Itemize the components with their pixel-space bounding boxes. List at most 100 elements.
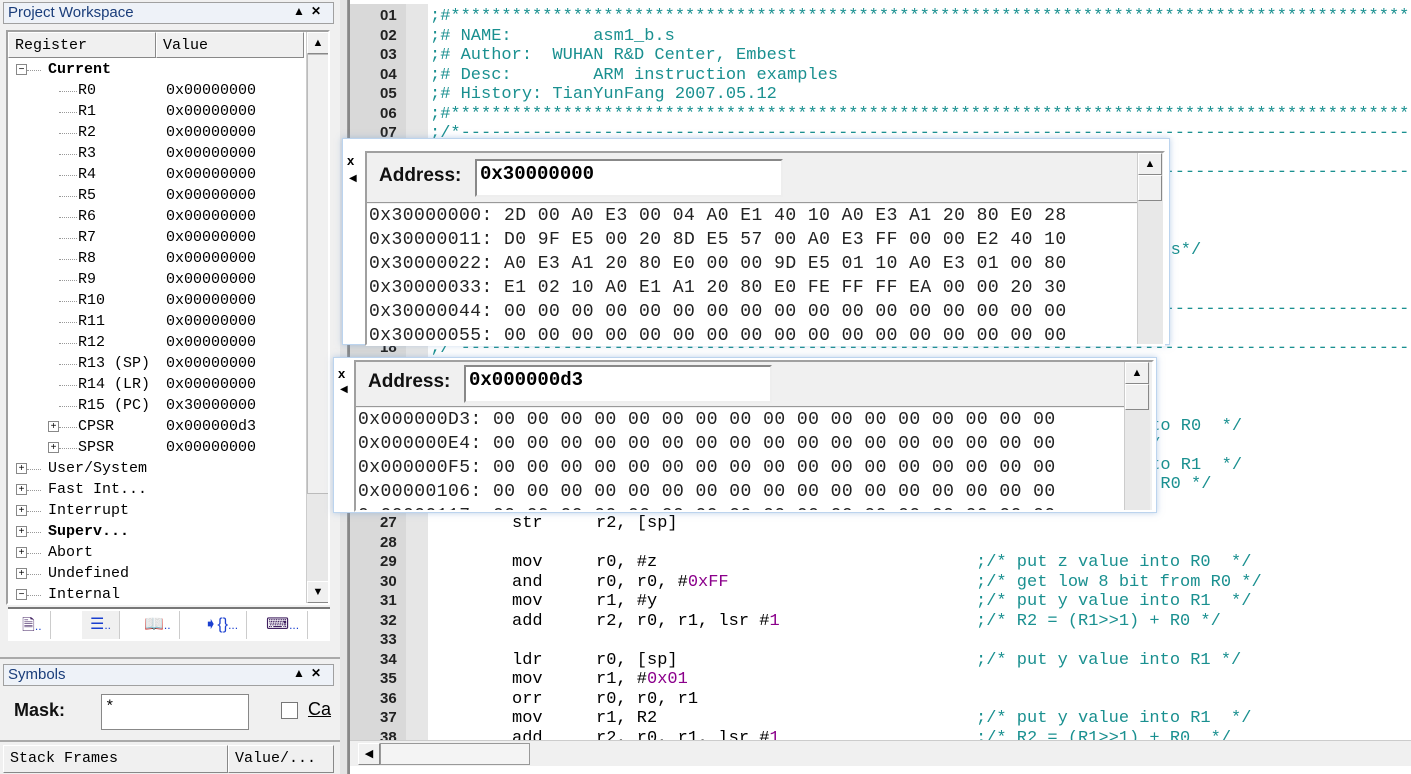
tree-row[interactable]: R3 0x00000000 <box>8 144 304 165</box>
tree-row[interactable]: + CPSR 0x000000d3 <box>8 417 304 438</box>
line-number: 29 <box>380 553 397 570</box>
column-header-register[interactable]: Register <box>8 32 156 58</box>
collapse-icon[interactable]: − <box>16 589 27 600</box>
scroll-up-button[interactable]: ▲ <box>1138 153 1162 175</box>
collapse-arrow-icon[interactable]: ◀ <box>340 384 348 395</box>
scroll-thumb[interactable] <box>1138 175 1162 201</box>
expand-icon[interactable]: + <box>16 463 27 474</box>
register-name: CPSR <box>78 418 115 435</box>
memory-row: 0x000000F5: 00 00 00 00 00 00 00 00 00 0… <box>358 458 1056 478</box>
mask-input[interactable]: * <box>101 694 249 730</box>
tree-row[interactable]: R13 (SP) 0x00000000 <box>8 354 304 375</box>
pin-icon[interactable]: ▲ <box>293 666 311 680</box>
tree-row[interactable]: + Undefined <box>8 564 304 585</box>
tree-row[interactable]: + Abort <box>8 543 304 564</box>
project-workspace-titlebar: Project Workspace ▲✕ <box>3 2 334 24</box>
register-name: R8 <box>78 250 97 267</box>
tree-row[interactable]: R0 0x00000000 <box>8 81 304 102</box>
instruction-operands: r2, [sp] <box>596 514 678 534</box>
expand-icon[interactable]: + <box>16 568 27 579</box>
tree-row[interactable]: R10 0x00000000 <box>8 291 304 312</box>
operands-text: r2, r0, r1, lsr # <box>596 611 770 631</box>
register-name: Current <box>48 61 112 78</box>
instruction-mnemonic: add <box>512 611 543 631</box>
line-number: 37 <box>380 709 397 726</box>
tree-row[interactable]: R5 0x00000000 <box>8 186 304 207</box>
expand-icon[interactable]: + <box>48 421 59 432</box>
scroll-thumb[interactable] <box>380 743 530 765</box>
tree-row[interactable]: + Fast Int... <box>8 480 304 501</box>
workspace-tab[interactable]: ☰.. <box>82 611 121 639</box>
tree-row[interactable]: R8 0x00000000 <box>8 249 304 270</box>
register-name: Abort <box>48 544 94 561</box>
scroll-thumb[interactable] <box>1125 384 1149 410</box>
register-list[interactable]: Register Value − Current R0 0x00000000 R1 0x0… <box>6 30 330 605</box>
tab-label: .. <box>104 618 112 632</box>
tree-row[interactable]: R2 0x00000000 <box>8 123 304 144</box>
tree-row[interactable]: + User/System <box>8 459 304 480</box>
vertical-scrollbar[interactable]: ▲ <box>1124 362 1150 510</box>
line-number: 27 <box>380 514 397 531</box>
vertical-scrollbar[interactable]: ▲ <box>1137 153 1163 344</box>
memory-row: 0x30000044: 00 00 00 00 00 00 00 00 00 0… <box>369 302 1067 322</box>
tree-row[interactable]: − Internal <box>8 585 304 603</box>
register-value: 0x00000000 <box>166 229 257 246</box>
tree-row[interactable]: − Current <box>8 60 304 81</box>
close-icon[interactable]: ✕ <box>311 4 327 18</box>
column-header-value[interactable]: Value <box>156 32 304 58</box>
panel-title: Symbols <box>8 666 66 683</box>
expand-icon[interactable]: + <box>16 547 27 558</box>
register-value: 0x00000000 <box>166 313 257 330</box>
expand-icon[interactable]: + <box>16 526 27 537</box>
scroll-thumb[interactable] <box>307 54 328 494</box>
tree-row[interactable]: R11 0x00000000 <box>8 312 304 333</box>
tree-row[interactable]: R12 0x00000000 <box>8 333 304 354</box>
tree-row[interactable]: + Superv... <box>8 522 304 543</box>
code-comment: ;/* R2 = (R1>>1) + R0 */ <box>976 728 1232 741</box>
immediate-value: 1 <box>769 728 780 741</box>
workspace-tab[interactable]: ➧{}... <box>196 611 248 639</box>
code-comment: ;/* put y value into R1 */ <box>976 592 1252 611</box>
tree-row[interactable]: R9 0x00000000 <box>8 270 304 291</box>
memory-row: 0x00000117: 00 00 00 00 00 00 00 00 00 0… <box>358 504 1124 510</box>
column-header-value[interactable]: Value/... <box>228 745 334 773</box>
tree-row[interactable]: R15 (PC) 0x30000000 <box>8 396 304 417</box>
scroll-down-button[interactable]: ▼ <box>307 581 328 603</box>
pin-icon[interactable]: ▲ <box>293 4 311 18</box>
column-header-stack-frames[interactable]: Stack Frames <box>3 745 228 773</box>
case-checkbox[interactable] <box>281 702 298 719</box>
workspace-tab[interactable]: ⌨... <box>258 611 309 639</box>
tree-row[interactable]: R7 0x00000000 <box>8 228 304 249</box>
vertical-scrollbar[interactable]: ▲ ▼ <box>306 32 328 603</box>
scroll-up-button[interactable]: ▲ <box>1125 362 1149 384</box>
tree-row[interactable]: R1 0x00000000 <box>8 102 304 123</box>
tree-row[interactable]: R6 0x00000000 <box>8 207 304 228</box>
register-view-icon: ☰ <box>90 616 105 633</box>
instruction-mnemonic: orr <box>512 689 543 709</box>
tree-row[interactable]: + Interrupt <box>8 501 304 522</box>
expand-icon[interactable]: + <box>48 442 59 453</box>
collapse-arrow-icon[interactable]: ◀ <box>349 173 357 184</box>
panel-title: Project Workspace <box>8 4 134 21</box>
collapse-icon[interactable]: − <box>16 64 27 75</box>
tree-row[interactable]: R14 (LR) 0x00000000 <box>8 375 304 396</box>
close-icon[interactable]: x <box>347 153 354 168</box>
expand-icon[interactable]: + <box>16 505 27 516</box>
tree-row[interactable]: R4 0x00000000 <box>8 165 304 186</box>
workspace-tab[interactable]: 📖.. <box>136 611 180 639</box>
workspace-tab[interactable]: 🗎.. <box>14 611 51 639</box>
expand-icon[interactable]: + <box>16 484 27 495</box>
close-icon[interactable]: ✕ <box>311 666 327 680</box>
close-icon[interactable]: x <box>338 366 345 381</box>
scroll-left-button[interactable]: ◀ <box>358 743 380 765</box>
instruction-operands: r2, r0, r1, lsr #1 <box>596 729 780 741</box>
horizontal-scrollbar[interactable]: ◀ <box>350 740 1411 766</box>
scroll-up-button[interactable]: ▲ <box>307 32 328 54</box>
register-value: 0x00000000 <box>166 124 257 141</box>
register-value: 0x00000000 <box>166 103 257 120</box>
code-comment: ;/* get low 8 bit from R0 */ <box>976 572 1262 592</box>
memory-row: 0x30000011: D0 9F E5 00 20 8D E5 57 00 A… <box>369 230 1067 250</box>
tree-row[interactable]: + SPSR 0x00000000 <box>8 438 304 459</box>
address-input[interactable]: 0x000000d3 <box>464 365 772 403</box>
address-input[interactable]: 0x30000000 <box>475 159 783 197</box>
